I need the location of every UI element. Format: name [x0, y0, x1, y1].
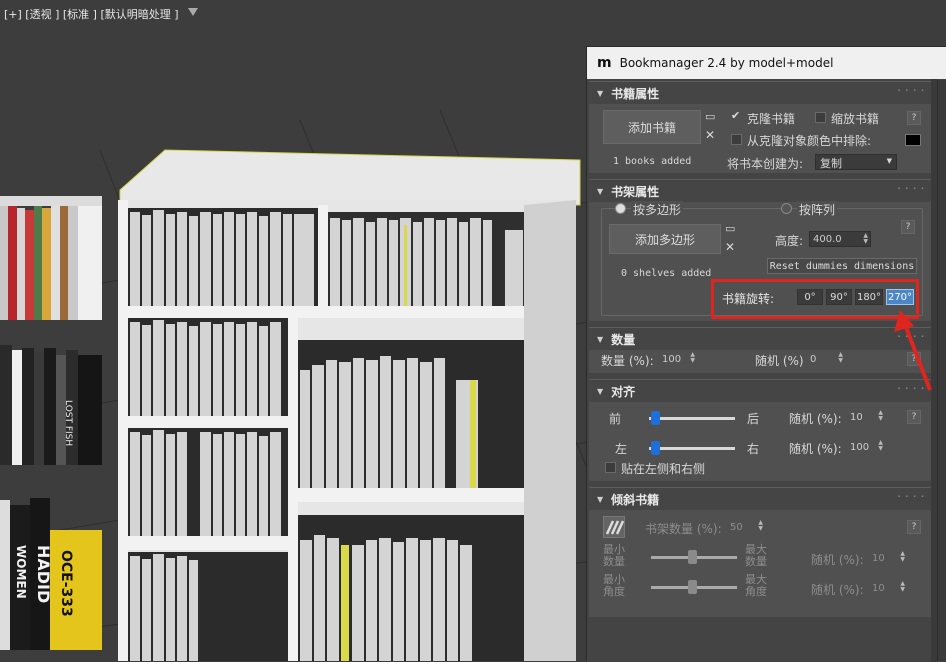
stick-sides-label: 贴在左侧和右侧 [621, 462, 706, 476]
spinner-arrows-icon[interactable]: ▲ ▼ [758, 520, 763, 532]
app-logo: m [597, 55, 612, 71]
spinner-arrows-icon[interactable]: ▲ ▼ [878, 440, 883, 452]
dropdown-arrow-icon: ▼ [886, 157, 892, 165]
rollout-tilt-header[interactable]: ▼ 倾斜书籍 · · · · [589, 488, 931, 510]
quantity-label: 数量 (%): [601, 354, 654, 368]
viewport-label[interactable]: [+] [透视 ] [标准 ] [默认明暗处理 ] [4, 6, 179, 22]
spinner-arrows-icon[interactable]: ▲ ▼ [878, 410, 883, 422]
shelves-added-count: 0 shelves added [621, 268, 712, 279]
front-back-slider[interactable] [649, 417, 735, 420]
spinner-arrows-icon[interactable]: ▲ ▼ [690, 352, 695, 364]
create-as-dropdown[interactable]: 复制 ▼ [815, 154, 897, 170]
collapse-triangle-icon: ▼ [597, 386, 604, 396]
tilt-random-spinner-1[interactable]: 10 ▲ ▼ [869, 550, 907, 566]
help-button-shelf[interactable]: ? [901, 220, 915, 234]
clone-books-label: 克隆书籍 [747, 112, 796, 126]
help-button-align[interactable]: ? [907, 410, 921, 424]
reset-dummies-button[interactable]: Reset dummies dimensions [767, 258, 917, 274]
tilt-random-spinner-2[interactable]: 10 ▲ ▼ [869, 580, 907, 596]
books-added-count: 1 books added [613, 156, 692, 167]
quantity-random-spinner[interactable]: 0 ▲ ▼ [807, 351, 845, 367]
by-array-label: 按阵列 [797, 201, 838, 218]
spinner-arrows-icon[interactable]: ▲ ▼ [838, 352, 843, 364]
angle-range-slider-thumb[interactable] [688, 580, 697, 594]
pick-icon[interactable]: ▭ [705, 110, 715, 123]
collapse-triangle-icon: ▼ [597, 186, 604, 196]
help-button-books[interactable]: ? [907, 111, 921, 125]
quantity-random-label: 随机 (%) [755, 354, 804, 368]
clone-books-checkbox[interactable]: ✔ [731, 109, 742, 123]
tilt-books-icon [605, 520, 625, 535]
tilt-random-label-2: 随机 (%): [811, 583, 864, 597]
height-spinner[interactable]: 400.0 ▲ ▼ [809, 231, 871, 247]
by-polygon-label: 按多边形 [631, 201, 684, 218]
add-polygon-button[interactable]: 添加多边形 [609, 224, 721, 254]
left-right-slider[interactable] [649, 447, 735, 450]
min-count-label: 最小 数量 [603, 543, 625, 568]
exclude-color-swatch[interactable] [905, 134, 921, 146]
align-left-label: 左 [615, 442, 628, 456]
min-angle-label: 最小 角度 [603, 573, 625, 598]
collapse-triangle-icon: ▼ [597, 494, 604, 504]
shelf-count-label: 书架数量 (%): [645, 522, 722, 536]
stick-sides-checkbox[interactable] [605, 462, 616, 473]
spinner-arrows-icon[interactable]: ▲ ▼ [900, 551, 905, 563]
svg-text:WOMEN: WOMEN [14, 545, 28, 599]
scale-books-label: 缩放书籍 [831, 112, 880, 126]
title-bar[interactable]: m Bookmanager 2.4 by model+model [587, 47, 946, 79]
left-right-slider-thumb[interactable] [651, 441, 660, 455]
spinner-arrows-icon[interactable]: ▲ ▼ [900, 581, 905, 593]
add-books-button[interactable]: 添加书籍 [603, 110, 701, 144]
align-random-spinner-2[interactable]: 100 ▲ ▼ [847, 439, 885, 455]
height-label: 高度: [775, 234, 804, 248]
clear-x-icon[interactable]: ✕ [705, 128, 715, 142]
rollout-tilt: ▼ 倾斜书籍 · · · · 书架数量 (%): 50 ▲ ▼ ? 最小 数量 最大… [589, 487, 931, 617]
filter-icon[interactable] [188, 8, 198, 16]
front-back-slider-thumb[interactable] [651, 411, 660, 425]
pick-icon[interactable]: ▭ [725, 222, 735, 235]
drag-handle-icon[interactable]: · · · · [897, 184, 925, 193]
by-polygon-radio[interactable] [615, 203, 626, 214]
svg-text:LOST FISH: LOST FISH [63, 400, 73, 446]
by-array-radio[interactable] [781, 203, 792, 214]
rollout-shelf-header[interactable]: ▼ 书架属性 · · · · [589, 180, 931, 202]
shelf-count-spinner[interactable]: 50 ▲ ▼ [727, 519, 765, 535]
align-random-label-1: 随机 (%): [789, 412, 842, 426]
tilt-icon[interactable] [603, 516, 625, 538]
collapse-triangle-icon: ▼ [597, 88, 604, 98]
align-front-label: 前 [609, 412, 622, 426]
align-back-label: 后 [747, 412, 760, 426]
tilt-random-label-1: 随机 (%): [811, 553, 864, 567]
help-button-tilt[interactable]: ? [907, 520, 921, 534]
align-random-label-2: 随机 (%): [789, 442, 842, 456]
clear-x-icon[interactable]: ✕ [725, 240, 735, 254]
svg-text:OCE-333: OCE-333 [58, 550, 74, 617]
rollout-books-header[interactable]: ▼ 书籍属性 · · · · [589, 82, 931, 104]
create-as-label: 将书本创建为: [727, 157, 804, 171]
drag-handle-icon[interactable]: · · · · [897, 492, 925, 501]
svg-text:HADID: HADID [34, 545, 53, 603]
max-count-label: 最大 数量 [745, 543, 767, 568]
drag-handle-icon[interactable]: · · · · [897, 86, 925, 95]
spinner-arrows-icon[interactable]: ▲ ▼ [863, 233, 868, 245]
exclude-color-label: 从克隆对象颜色中排除: [747, 134, 872, 148]
collapse-triangle-icon: ▼ [597, 334, 604, 344]
count-range-slider-thumb[interactable] [688, 550, 697, 564]
quantity-spinner[interactable]: 100 ▲ ▼ [659, 351, 697, 367]
rollout-books: ▼ 书籍属性 · · · · 添加书籍 ▭ ✕ ✔ 克隆书籍 缩放书籍 ? 从克… [589, 81, 931, 173]
align-right-label: 右 [747, 442, 760, 456]
command-panel-edge [937, 80, 946, 661]
scale-books-checkbox[interactable] [815, 112, 826, 123]
align-random-spinner-1[interactable]: 10 ▲ ▼ [847, 409, 885, 425]
exclude-color-checkbox[interactable] [731, 134, 742, 145]
window-title: Bookmanager 2.4 by model+model [619, 56, 834, 70]
max-angle-label: 最大 角度 [745, 573, 767, 598]
